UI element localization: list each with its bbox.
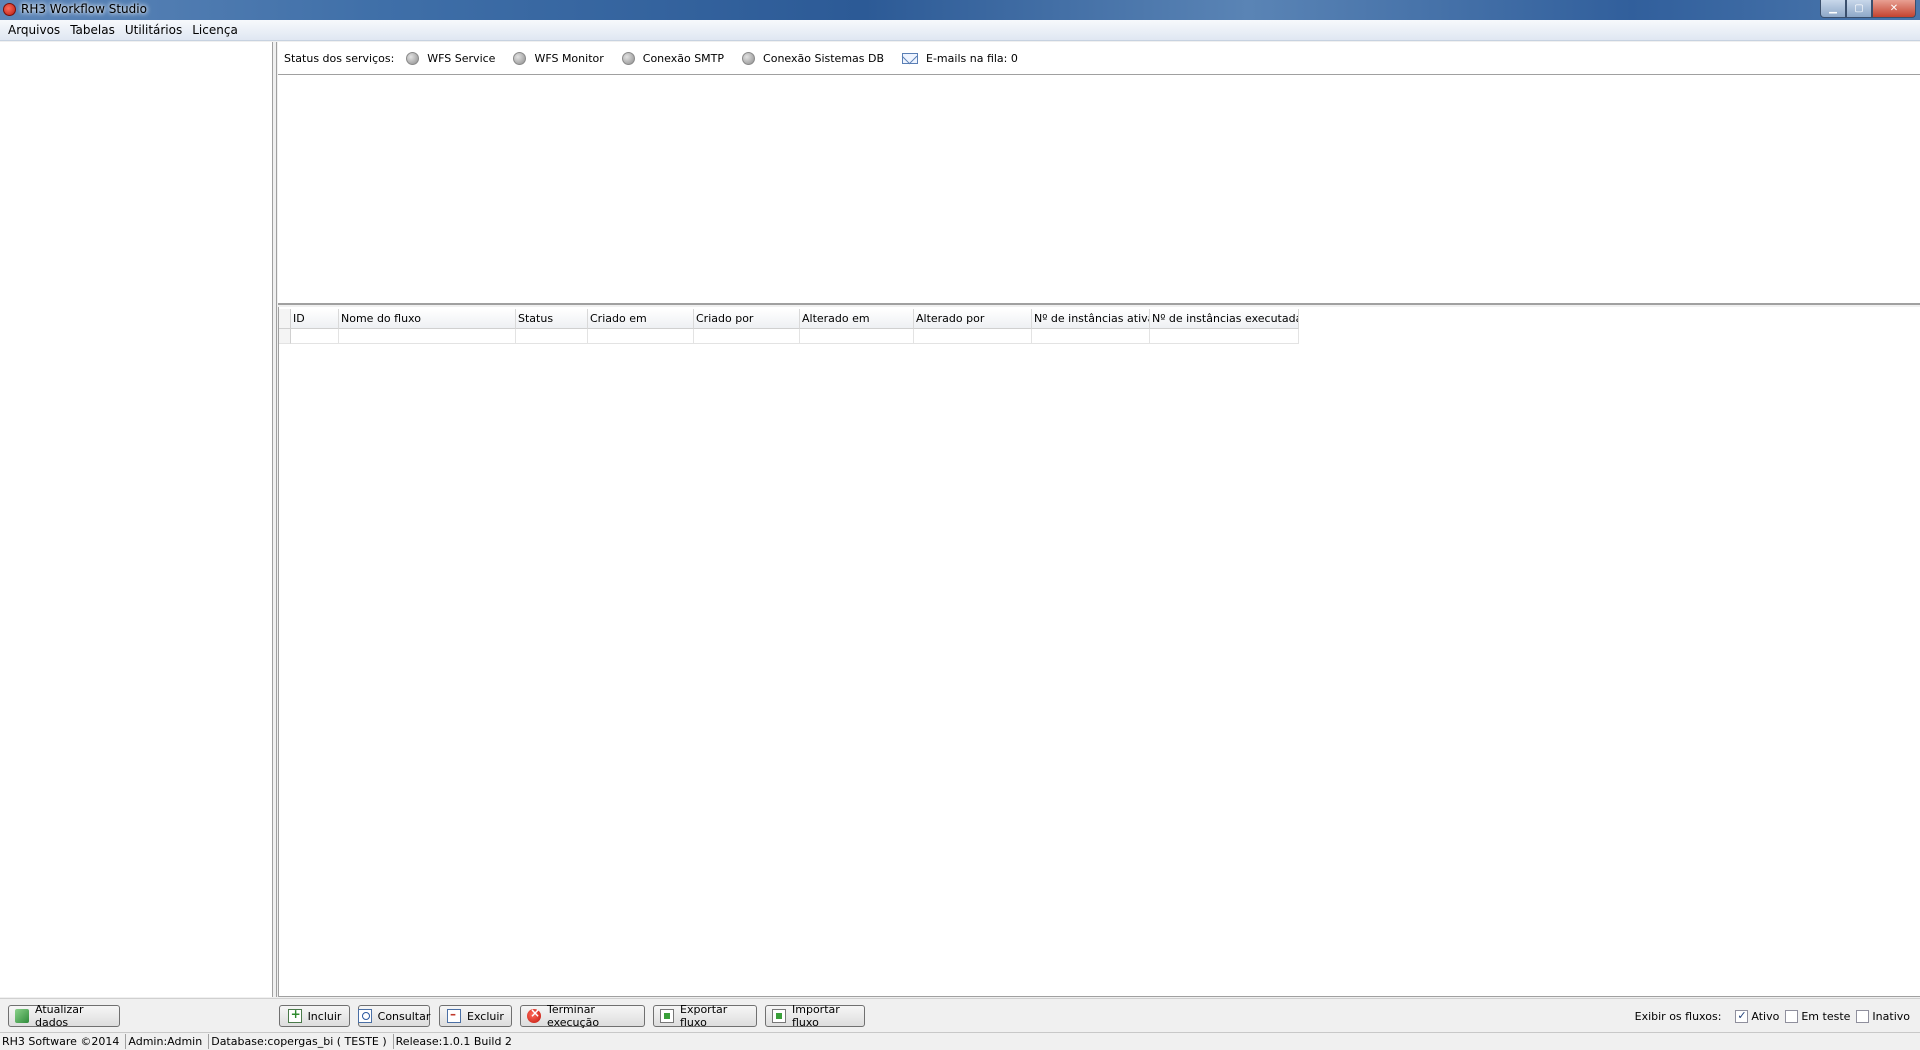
export-icon: [660, 1009, 674, 1023]
close-button[interactable]: ✕: [1872, 0, 1916, 18]
delete-icon: [447, 1007, 462, 1023]
menu-bar: Arquivos Tabelas Utilitários Licença: [0, 20, 1920, 41]
bottom-toolbar: Atualizar dados Incluir Consultar Exclui…: [0, 998, 1920, 1031]
column-header-alterado-por[interactable]: Alterado por: [914, 309, 1032, 329]
service-label: WFS Service: [427, 51, 496, 65]
table-row[interactable]: [279, 329, 1299, 344]
filter-active-checkbox[interactable]: Ativo: [1735, 1009, 1779, 1023]
add-button[interactable]: Incluir: [279, 1005, 350, 1027]
menu-tabelas[interactable]: Tabelas: [65, 23, 120, 37]
view-button[interactable]: Consultar: [357, 1005, 430, 1027]
copyright-text: RH3 Software ©2014: [0, 1034, 127, 1049]
checkbox-icon[interactable]: [1785, 1009, 1799, 1023]
import-flow-button[interactable]: Importar fluxo: [765, 1003, 865, 1029]
status-led-icon: [513, 51, 527, 65]
column-header-alterado-em[interactable]: Alterado em: [800, 309, 914, 329]
checkbox-icon[interactable]: [1856, 1009, 1870, 1023]
export-flow-button[interactable]: Exportar fluxo: [653, 1003, 757, 1029]
window-title: RH3 Workflow Studio: [21, 2, 147, 16]
menu-utilitarios[interactable]: Utilitários: [120, 23, 187, 37]
database-text: Database:copergas_bi ( TESTE ): [209, 1034, 394, 1049]
flows-grid[interactable]: ID Nome do fluxo Status Criado em Criado…: [278, 307, 1920, 997]
refresh-icon: [15, 1009, 29, 1023]
column-header-criado-em[interactable]: Criado em: [588, 309, 694, 329]
status-led-icon: [742, 51, 756, 65]
filter-testing-checkbox[interactable]: Em teste: [1785, 1009, 1850, 1023]
service-label: WFS Monitor: [534, 51, 604, 65]
pane-splitter[interactable]: [273, 42, 277, 997]
service-label: Conexão Sistemas DB: [763, 51, 885, 65]
checkbox-checked-icon[interactable]: [1735, 1009, 1749, 1023]
terminate-button[interactable]: Terminar execução: [520, 1003, 645, 1029]
status-bar: RH3 Software ©2014 Admin:Admin Database:…: [0, 1032, 1920, 1050]
add-icon: [287, 1007, 302, 1023]
filters-label: Exibir os fluxos:: [1634, 1009, 1722, 1023]
service-smtp: Conexão SMTP: [621, 51, 725, 65]
close-icon: ✕: [1889, 3, 1899, 14]
stop-icon: [527, 1006, 541, 1023]
services-status-label: Status dos serviços:: [284, 51, 395, 65]
filter-inactive-checkbox[interactable]: Inativo: [1856, 1009, 1910, 1023]
service-wfs-service: WFS Service: [406, 51, 496, 65]
flow-preview-panel: [278, 75, 1920, 305]
column-header-status[interactable]: Status: [516, 309, 588, 329]
row-indicator-header: [279, 309, 291, 329]
service-sistemas-db: Conexão Sistemas DB: [742, 51, 885, 65]
minimize-icon: ▁: [1829, 3, 1837, 14]
services-status-bar: Status dos serviços: WFS Service WFS Mon…: [278, 42, 1920, 75]
grid-header: ID Nome do fluxo Status Criado em Criado…: [279, 309, 1299, 329]
refresh-button[interactable]: Atualizar dados: [8, 1003, 120, 1029]
column-header-instancias-executadas[interactable]: Nº de instâncias executadas: [1150, 309, 1299, 329]
flow-filters: Exibir os fluxos: Ativo Em teste Inativo: [1635, 1005, 1910, 1027]
menu-arquivos[interactable]: Arquivos: [3, 23, 65, 37]
service-wfs-monitor: WFS Monitor: [513, 51, 604, 65]
release-text: Release:1.0.1 Build 2: [395, 1035, 512, 1048]
title-bar: RH3 Workflow Studio ▁ ▢ ✕: [0, 0, 1920, 20]
email-queue-label: E-mails na fila: 0: [926, 51, 1018, 65]
left-tree-pane[interactable]: [0, 42, 273, 997]
email-queue: E-mails na fila: 0: [902, 52, 1018, 65]
envelope-icon: [902, 52, 919, 64]
import-icon: [772, 1009, 786, 1023]
column-header-instancias-ativas[interactable]: Nº de instâncias ativas: [1032, 309, 1150, 329]
column-header-nome[interactable]: Nome do fluxo: [339, 309, 516, 329]
column-header-criado-por[interactable]: Criado por: [694, 309, 800, 329]
window-controls: ▁ ▢ ✕: [1820, 0, 1916, 18]
column-header-id[interactable]: ID: [291, 309, 339, 329]
user-text: Admin:Admin: [126, 1034, 210, 1049]
maximize-button[interactable]: ▢: [1846, 0, 1872, 18]
minimize-button[interactable]: ▁: [1820, 0, 1846, 18]
service-label: Conexão SMTP: [642, 51, 725, 65]
status-led-icon: [406, 51, 420, 65]
app-icon[interactable]: [3, 3, 16, 16]
menu-licenca[interactable]: Licença: [187, 23, 243, 37]
status-led-icon: [621, 51, 635, 65]
search-icon: [357, 1009, 372, 1023]
maximize-icon: ▢: [1854, 3, 1864, 14]
delete-button[interactable]: Excluir: [439, 1005, 512, 1027]
